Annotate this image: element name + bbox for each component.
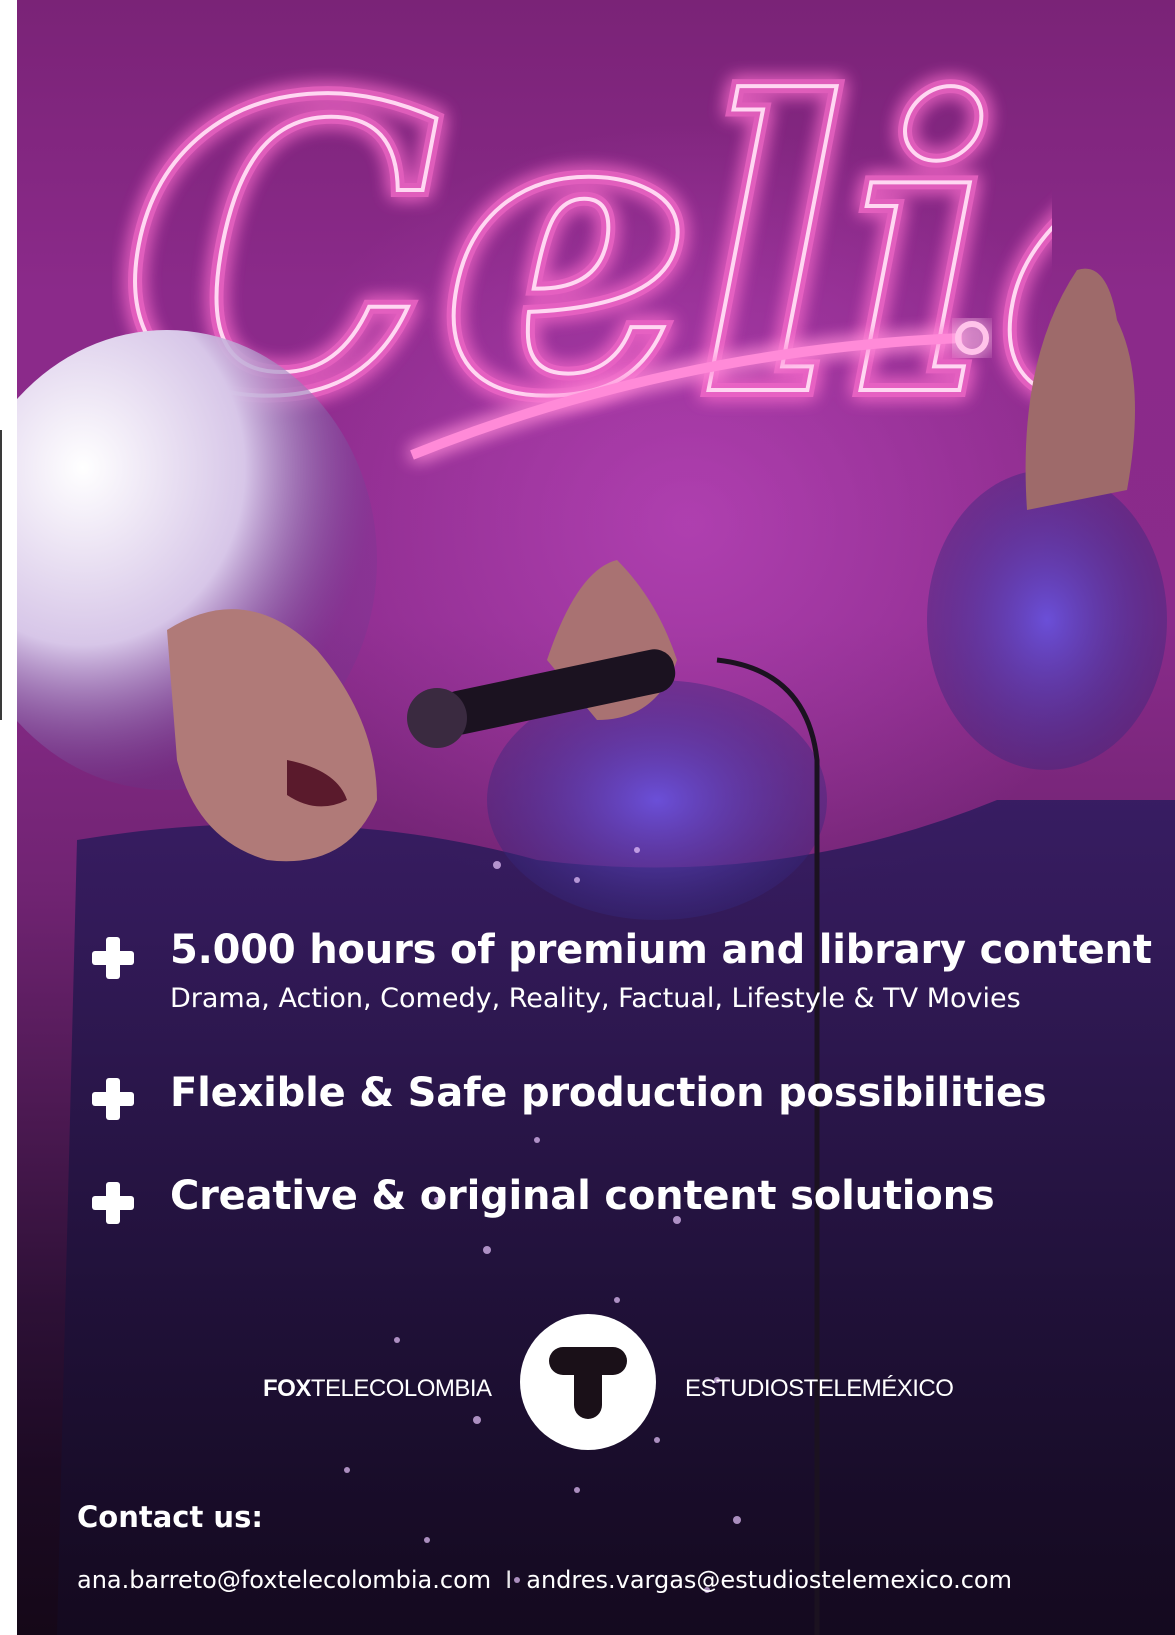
- feature-title: 5.000 hours of premium and library conte…: [170, 927, 1152, 973]
- fox-logo-rest: TELECOLOMBIA: [310, 1375, 492, 1402]
- poster: Celia Celia: [17, 0, 1175, 1635]
- contact-email-1[interactable]: ana.barreto@foxtelecolombia.com: [77, 1566, 491, 1594]
- contact-emails: ana.barreto@foxtelecolombia.com Iandres.v…: [77, 1566, 1012, 1594]
- contact-heading: Contact us:: [77, 1500, 263, 1534]
- plus-icon: [92, 1078, 134, 1120]
- raised-hand: [1025, 268, 1135, 510]
- t-logo-icon: [520, 1314, 656, 1450]
- estudios-telemexico-logo: ESTUDIOSTELEMÉXICO: [685, 1375, 954, 1402]
- feature-subtitle: Drama, Action, Comedy, Reality, Factual,…: [170, 983, 1021, 1014]
- feature-title: Flexible & Safe production possibilities: [170, 1070, 1047, 1116]
- plus-icon: [92, 937, 134, 979]
- contact-email-2[interactable]: andres.vargas@estudiostelemexico.com: [526, 1566, 1012, 1594]
- left-edge-rule: [0, 430, 2, 720]
- feature-title: Creative & original content solutions: [170, 1173, 995, 1219]
- fox-telecolombia-logo: FOXTELECOLOMBIA: [263, 1375, 492, 1403]
- microphone-head: [407, 688, 467, 748]
- contact-separator: I: [505, 1566, 513, 1594]
- plus-icon: [92, 1182, 134, 1224]
- feather-cuff-right: [927, 470, 1167, 770]
- fox-logo-bold: FOX: [263, 1375, 311, 1402]
- partner-logos: FOXTELECOLOMBIA ESTUDIOSTELEMÉXICO: [17, 1310, 1175, 1460]
